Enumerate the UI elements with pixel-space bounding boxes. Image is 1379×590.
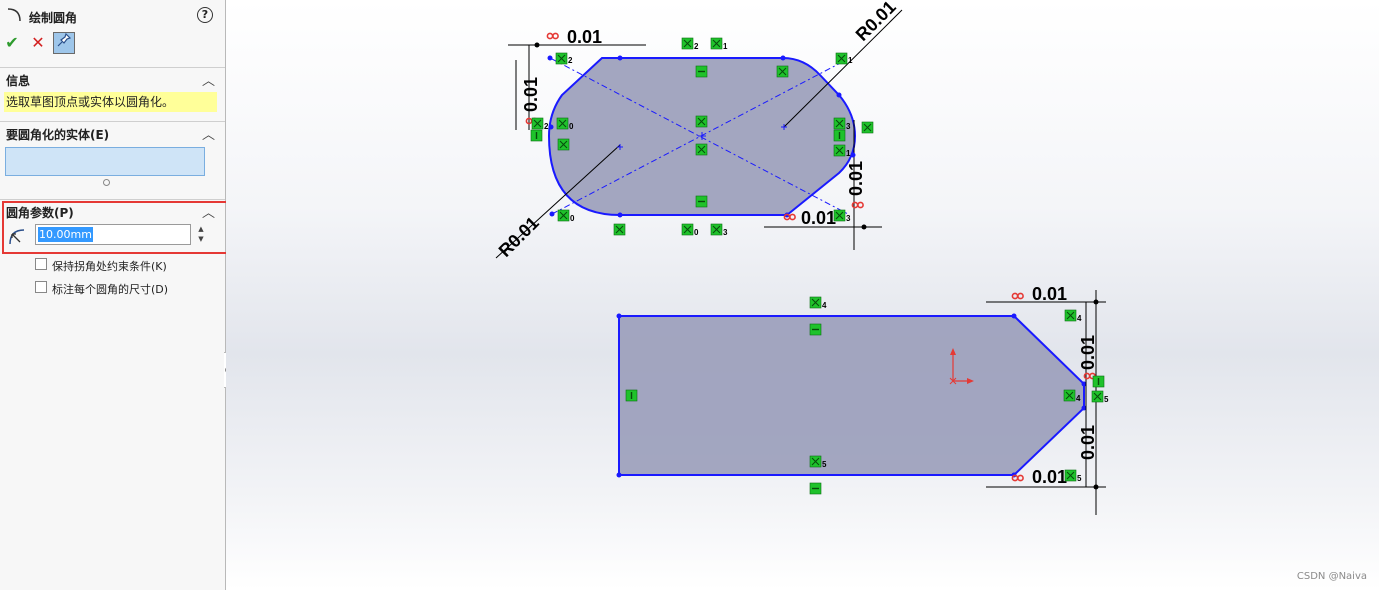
dimension-left[interactable]: 0.01 xyxy=(521,77,541,112)
svg-text:1: 1 xyxy=(723,42,728,51)
dimension-lower-top[interactable]: 0.01 xyxy=(1032,284,1067,304)
svg-text:0: 0 xyxy=(694,228,699,237)
panel-title: 绘制圆角 xyxy=(29,11,78,25)
resize-handle-icon[interactable] xyxy=(103,179,110,186)
entities-section-header[interactable]: 要圆角化的实体(E) ︿ xyxy=(0,121,225,144)
pin-icon xyxy=(57,32,72,47)
svg-text:4: 4 xyxy=(822,301,827,310)
svg-text:0: 0 xyxy=(569,122,574,131)
svg-text:4: 4 xyxy=(1076,394,1081,403)
dimension-lower-bottom[interactable]: 0.01 xyxy=(1032,467,1067,487)
keep-constraints-label: 保持拐角处约束条件(K) xyxy=(52,260,167,273)
radius-dimension-top[interactable]: R0.01 xyxy=(852,0,900,45)
keep-constraints-checkbox[interactable] xyxy=(35,258,47,270)
dimension-each-label: 标注每个圆角的尺寸(D) xyxy=(52,283,169,296)
dimension-lower-right-bottom[interactable]: 0.01 xyxy=(1078,425,1098,460)
entities-section-title: 要圆角化的实体(E) xyxy=(6,128,110,142)
watermark: CSDN @Naiva xyxy=(1296,571,1367,582)
dimension-top[interactable]: 0.01 xyxy=(567,27,602,47)
lower-sketch[interactable]: 0.01 0.01 0.01 0.01 4 5 4 4 5 5 xyxy=(616,284,1110,515)
svg-text:4: 4 xyxy=(1077,314,1082,323)
svg-text:5: 5 xyxy=(1104,395,1109,404)
help-icon[interactable]: ? xyxy=(197,7,213,23)
radius-dimension-bottom[interactable]: R0.01 xyxy=(495,213,543,261)
dimension-bottom[interactable]: 0.01 xyxy=(801,208,836,228)
svg-text:2: 2 xyxy=(544,122,549,131)
pin-button[interactable] xyxy=(53,32,75,54)
svg-text:3: 3 xyxy=(846,122,851,131)
property-manager-panel: 绘制圆角 ? ✔ ✕ 信息 ︿ 选取草图顶点或实体以圆角化。 要圆角化的实体(E… xyxy=(0,0,247,590)
cancel-button[interactable]: ✕ xyxy=(28,33,48,53)
dimension-each-checkbox[interactable] xyxy=(35,281,47,293)
svg-text:2: 2 xyxy=(568,56,573,65)
collapse-chevron-icon[interactable]: ︿ xyxy=(202,124,215,143)
entities-selection-box[interactable] xyxy=(5,147,205,176)
sketch-svg[interactable]: 0.01 0.01 0.01 0.01 R0.01 R0.01 2 1 2 1 … xyxy=(226,0,1379,590)
upper-sketch[interactable]: 0.01 0.01 0.01 0.01 R0.01 R0.01 2 1 2 1 … xyxy=(495,0,903,261)
svg-text:5: 5 xyxy=(1077,474,1082,483)
collapse-chevron-icon[interactable]: ︿ xyxy=(202,70,215,89)
svg-text:1: 1 xyxy=(846,149,851,158)
info-section-title: 信息 xyxy=(6,74,31,88)
graphics-area[interactable]: 0.01 0.01 0.01 0.01 R0.01 R0.01 2 1 2 1 … xyxy=(226,0,1379,590)
ok-button[interactable]: ✔ xyxy=(2,33,22,53)
svg-text:5: 5 xyxy=(822,460,827,469)
svg-text:0: 0 xyxy=(570,214,575,223)
info-section-header[interactable]: 信息 ︿ xyxy=(0,67,225,90)
info-message: 选取草图顶点或实体以圆角化。 xyxy=(4,92,217,112)
fillet-tool-icon xyxy=(6,7,22,23)
highlight-box xyxy=(2,201,247,254)
svg-text:1: 1 xyxy=(848,56,853,65)
svg-text:2: 2 xyxy=(694,42,699,51)
dimension-right[interactable]: 0.01 xyxy=(846,161,866,196)
dimension-lower-right-top[interactable]: 0.01 xyxy=(1078,335,1098,370)
svg-text:3: 3 xyxy=(723,228,728,237)
svg-text:3: 3 xyxy=(846,214,851,223)
